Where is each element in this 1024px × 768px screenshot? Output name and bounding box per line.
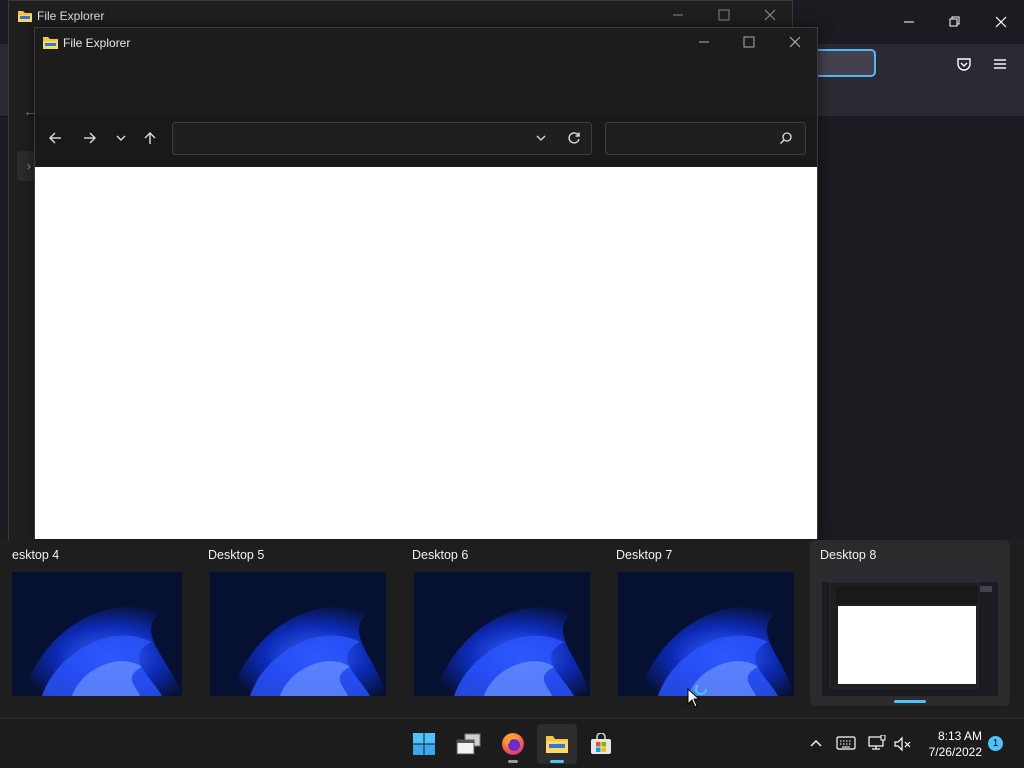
- desktop-thumbnail[interactable]: [618, 572, 794, 696]
- pocket-icon: [957, 58, 971, 71]
- desktop-thumbnail[interactable]: [414, 572, 590, 696]
- running-indicator: [508, 760, 518, 763]
- firefox-icon: [502, 733, 524, 755]
- close-icon: [789, 36, 801, 48]
- menu-button[interactable]: [984, 48, 1016, 80]
- start-icon: [413, 733, 435, 755]
- arrow-up-icon: [144, 132, 156, 144]
- store-icon: [591, 733, 611, 754]
- recent-locations-button[interactable]: [107, 124, 135, 152]
- network-button[interactable]: [868, 734, 886, 754]
- desktop-thumbnail[interactable]: [12, 572, 182, 696]
- wallpaper-bloom-icon: [618, 572, 794, 696]
- browser-minimize-button[interactable]: [886, 0, 932, 44]
- folder-icon: [18, 11, 32, 22]
- desktop-label: Desktop 8: [820, 548, 877, 562]
- restore-icon: [949, 16, 960, 27]
- arrow-left-icon: [49, 132, 61, 144]
- browser-content: [818, 116, 1024, 540]
- folder-icon: [43, 37, 58, 49]
- browser-url-bar[interactable]: [812, 49, 876, 77]
- clock-time: 8:13 AM: [937, 729, 982, 743]
- desktop-preview: [822, 572, 998, 696]
- touch-keyboard-button[interactable]: [836, 736, 856, 753]
- pocket-button[interactable]: [948, 48, 980, 80]
- desktop-label: Desktop 5: [208, 548, 265, 562]
- browser-restore-button[interactable]: [932, 0, 978, 44]
- desktop-item[interactable]: Desktop 5: [208, 540, 388, 706]
- maximize-icon: [743, 36, 755, 48]
- store-taskbar-button[interactable]: [581, 724, 621, 764]
- search-icon: [780, 132, 792, 144]
- file-explorer-taskbar-button[interactable]: [537, 724, 577, 764]
- firefox-taskbar-button[interactable]: [493, 724, 533, 764]
- hamburger-menu-icon: [994, 59, 1006, 69]
- up-button[interactable]: [136, 124, 164, 152]
- wallpaper-bloom-icon: [414, 572, 590, 696]
- wallpaper-bloom-icon: [12, 572, 182, 696]
- busy-spinner-icon: [695, 683, 707, 695]
- clock-date: 7/26/2022: [928, 745, 982, 759]
- refresh-icon: [568, 132, 580, 144]
- search-button[interactable]: [772, 124, 800, 152]
- desktop-item[interactable]: esktop 4: [12, 540, 184, 706]
- desktop-item-active[interactable]: Desktop 8: [810, 540, 1010, 706]
- file-explorer-window: File Explorer: [34, 27, 818, 539]
- active-desktop-indicator: [894, 700, 926, 703]
- back-button[interactable]: [41, 124, 69, 152]
- address-dropdown-button[interactable]: [527, 124, 555, 152]
- clock[interactable]: 8:13 AM 7/26/2022: [929, 728, 982, 760]
- volume-button[interactable]: [894, 736, 912, 755]
- arrow-right-icon: [84, 132, 96, 144]
- close-button[interactable]: [772, 20, 818, 64]
- close-icon: [995, 16, 1007, 28]
- minimize-button[interactable]: [681, 20, 727, 64]
- notification-badge[interactable]: 1: [988, 736, 1003, 751]
- file-explorer-icon: [546, 736, 568, 753]
- show-hidden-icons-button[interactable]: [809, 736, 823, 753]
- minimize-icon: [904, 21, 914, 23]
- desktop-label: Desktop 6: [412, 548, 469, 562]
- keyboard-icon: [836, 736, 856, 750]
- minimize-icon: [699, 41, 709, 43]
- task-view-button[interactable]: [449, 724, 489, 764]
- volume-muted-icon: [894, 736, 911, 752]
- wallpaper-bloom-icon: [210, 572, 386, 696]
- browser-close-button[interactable]: [978, 0, 1024, 44]
- maximize-button[interactable]: [726, 20, 772, 64]
- window-title: File Explorer: [37, 9, 105, 23]
- chevron-down-icon: [116, 135, 126, 141]
- refresh-button[interactable]: [560, 124, 588, 152]
- desktop-item[interactable]: Desktop 6: [412, 540, 592, 706]
- chevron-up-icon: [810, 740, 822, 747]
- chevron-down-icon: [536, 135, 546, 141]
- file-list-area[interactable]: [35, 167, 817, 539]
- network-icon: [868, 734, 886, 750]
- start-button[interactable]: [404, 724, 444, 764]
- desktop-thumbnail[interactable]: [210, 572, 386, 696]
- desktop-label: Desktop 7: [616, 548, 673, 562]
- task-view-icon: [456, 733, 481, 755]
- active-app-indicator: [550, 760, 564, 763]
- window-title: File Explorer: [63, 36, 131, 50]
- forward-button[interactable]: [76, 124, 104, 152]
- desktop-label: esktop 4: [12, 548, 60, 562]
- desktop-thumbnail[interactable]: [822, 572, 998, 696]
